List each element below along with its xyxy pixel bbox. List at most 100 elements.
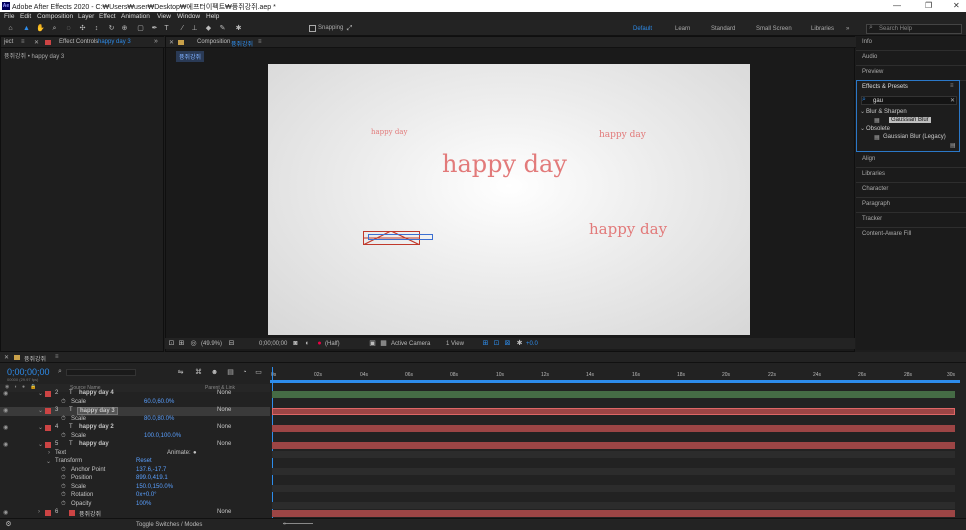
label-color[interactable] xyxy=(45,408,51,414)
work-area-bar[interactable] xyxy=(270,380,960,383)
eye-icon[interactable]: ◉ xyxy=(3,509,8,516)
zoom-slider[interactable] xyxy=(283,523,313,524)
channel-icon[interactable]: ◎ xyxy=(189,339,198,348)
composition-mini-flowchart-icon[interactable]: ⇋ xyxy=(176,368,185,377)
restore-icon[interactable]: ❐ xyxy=(925,1,932,10)
layer-bar[interactable] xyxy=(272,425,955,432)
motion-blur-icon[interactable]: ◔ xyxy=(240,368,249,377)
eraser-tool-icon[interactable]: ◆ xyxy=(204,24,213,33)
parent-select[interactable]: None xyxy=(217,424,231,430)
twirl-icon[interactable]: ⌄ xyxy=(46,458,51,465)
brush-tool-icon[interactable]: ⁄ xyxy=(178,24,187,33)
text-layer-happy-day-5[interactable]: happy day xyxy=(589,220,667,238)
eye-icon[interactable]: ◉ xyxy=(3,407,8,414)
workspace-libraries[interactable]: Libraries xyxy=(811,26,834,32)
twirl-icon[interactable]: › xyxy=(38,509,40,515)
rotate-tool-icon[interactable]: ↻ xyxy=(107,24,116,33)
panel-audio[interactable]: Audio xyxy=(862,54,877,60)
stopwatch-icon[interactable]: ⏱ xyxy=(61,433,66,440)
stopwatch-icon[interactable]: ⏱ xyxy=(61,416,66,423)
workspace-more-icon[interactable]: » xyxy=(846,26,849,32)
timeline-icon[interactable]: ⊡ xyxy=(492,339,501,348)
resolution-select[interactable]: (Half) xyxy=(325,341,340,347)
text-layer-happy-day[interactable]: happy day xyxy=(442,150,567,178)
snapshot-icon[interactable]: ◙ xyxy=(291,339,300,348)
workspace-default[interactable]: Default xyxy=(633,26,652,32)
group-row-transform[interactable]: ⌄ Transform Reset xyxy=(0,458,270,467)
twirl-icon[interactable]: ⌄ xyxy=(38,407,43,414)
layer-bar[interactable] xyxy=(272,442,955,449)
close-tab-icon[interactable]: ✕ xyxy=(34,39,39,46)
toggle-switches-modes[interactable]: Toggle Switches / Modes xyxy=(136,522,202,528)
stopwatch-icon[interactable]: ⏱ xyxy=(61,467,66,474)
render-icon[interactable]: ⚙ xyxy=(4,520,13,529)
view-layout-select[interactable]: 1 View xyxy=(446,341,464,347)
exposure-value[interactable]: +0.0 xyxy=(526,341,538,347)
home-icon[interactable]: ⌂ xyxy=(6,24,15,33)
timeline-timecode[interactable]: 0;00;00;00 xyxy=(7,367,50,377)
effect-controls-layer[interactable]: happy day 3 xyxy=(98,39,131,45)
graph-editor-icon[interactable]: ▭ xyxy=(254,368,263,377)
menu-icon[interactable]: ≡ xyxy=(950,83,954,89)
layer-row-happy-day-4[interactable]: ◉ ⌄ 2 T happy day 4 None xyxy=(0,390,270,399)
panel-character[interactable]: Character xyxy=(862,186,888,192)
menu-effect[interactable]: Effect xyxy=(99,13,116,20)
layer-search-input[interactable] xyxy=(66,369,136,376)
layer-row-happy-day-3[interactable]: ◉ ⌄ 3 T happy day 3 None xyxy=(0,407,270,416)
selection-tool-icon[interactable]: ▲ xyxy=(22,24,31,33)
type-tool-icon[interactable]: T xyxy=(162,24,171,33)
twirl-icon[interactable]: ⌄ xyxy=(38,424,43,431)
group-blur-sharpen[interactable]: Blur & Sharpen xyxy=(866,109,907,115)
twirl-icon[interactable]: ⌄ xyxy=(38,390,43,397)
close-tab-icon[interactable]: ✕ xyxy=(4,354,9,361)
menu-edit[interactable]: Edit xyxy=(20,13,31,20)
clone-stamp-icon[interactable]: ⊥ xyxy=(190,24,199,33)
eye-icon[interactable]: ◉ xyxy=(3,441,8,448)
menu-window[interactable]: Window xyxy=(177,13,200,20)
property-value[interactable]: 100.0,100.0% xyxy=(144,433,181,439)
eye-icon[interactable]: ◉ xyxy=(3,390,8,397)
fast-preview-icon[interactable]: ⊞ xyxy=(481,339,490,348)
menu-composition[interactable]: Composition xyxy=(37,13,73,20)
workspace-small-screen[interactable]: Small Screen xyxy=(756,26,792,32)
layer-name[interactable]: happy day 4 xyxy=(79,390,114,396)
color-channel-icon[interactable]: ● xyxy=(315,339,324,348)
composition-viewer[interactable]: happy day happy day happy day happy day xyxy=(268,64,750,335)
twirl-icon[interactable]: › xyxy=(48,450,50,456)
reset-link[interactable]: Reset xyxy=(136,458,152,464)
pan-tool-icon[interactable]: ✣ xyxy=(78,24,87,33)
roto-brush-icon[interactable]: ✎ xyxy=(218,24,227,33)
zoom-level[interactable]: (49.9%) xyxy=(201,341,222,347)
layer-name[interactable]: happy day 2 xyxy=(79,424,114,430)
chevron-down-icon[interactable]: ⌄ xyxy=(860,108,865,115)
flowchart-icon[interactable]: ⊠ xyxy=(503,339,512,348)
snapping-checkbox[interactable] xyxy=(309,25,316,32)
workspace-learn[interactable]: Learn xyxy=(675,26,690,32)
show-snapshot-icon[interactable]: ◐ xyxy=(303,339,312,348)
puppet-tool-icon[interactable]: ✱ xyxy=(234,24,243,33)
shy-icon[interactable]: ☻ xyxy=(210,368,219,377)
property-value[interactable]: 80.0,80.0% xyxy=(144,416,174,422)
panel-preview[interactable]: Preview xyxy=(862,69,883,75)
close-tab-icon[interactable]: ✕ xyxy=(169,39,174,46)
clear-search-icon[interactable]: ✕ xyxy=(950,97,955,104)
draft-3d-icon[interactable]: ⌘ xyxy=(194,368,203,377)
parent-select[interactable]: None xyxy=(217,390,231,396)
layer-name[interactable]: 퓽쥐강쥐 xyxy=(79,509,101,518)
menu-animation[interactable]: Animation xyxy=(121,13,150,20)
property-value[interactable]: 137.6,-17.7 xyxy=(136,467,166,473)
pen-tool-icon[interactable]: ✒ xyxy=(150,24,159,33)
property-value[interactable]: 150.0,150.0% xyxy=(136,484,173,490)
animate-menu[interactable]: Animate: xyxy=(167,450,191,456)
property-row-rotation[interactable]: ⏱ Rotation 0x+0.0° xyxy=(0,492,270,501)
stopwatch-icon[interactable]: ⏱ xyxy=(61,475,66,482)
parent-select[interactable]: None xyxy=(217,509,231,515)
panel-align[interactable]: Align xyxy=(862,156,875,162)
layer-row-happy-day-2[interactable]: ◉ ⌄ 4 T happy day 2 None xyxy=(0,424,270,433)
menu-file[interactable]: File xyxy=(4,13,14,20)
label-color[interactable] xyxy=(45,442,51,448)
label-color[interactable] xyxy=(45,510,51,516)
magnifier-icon[interactable]: ⊡ xyxy=(167,339,176,348)
stopwatch-icon[interactable]: ⏱ xyxy=(61,484,66,491)
parent-select[interactable]: None xyxy=(217,407,231,413)
